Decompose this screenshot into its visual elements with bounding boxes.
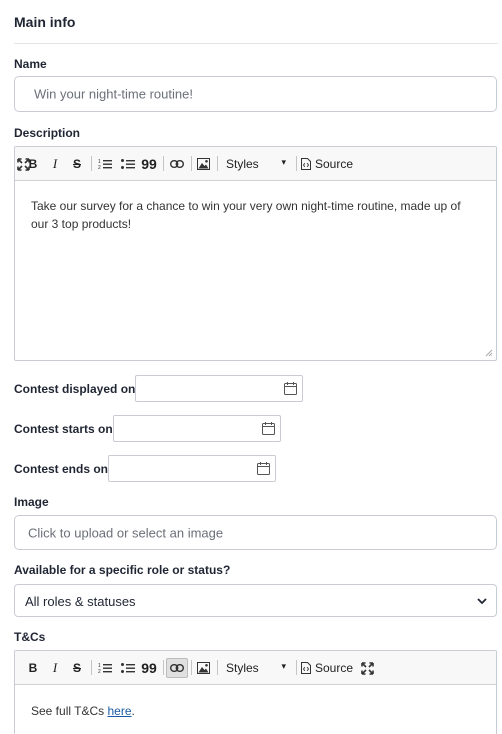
styles-label: Styles <box>226 157 259 171</box>
contest-ends-input[interactable] <box>108 455 277 482</box>
role-selected-value: All roles & statuses <box>25 594 136 609</box>
bulleted-list-icon[interactable] <box>119 154 137 174</box>
tcs-body-suffix: . <box>131 704 135 718</box>
italic-button[interactable]: I <box>47 154 63 174</box>
link-icon[interactable] <box>167 154 187 174</box>
svg-text:2: 2 <box>98 669 101 674</box>
blockquote-button[interactable]: 99 <box>140 154 158 174</box>
contest-ends-label: Contest ends on <box>14 461 109 476</box>
name-value: Win your night-time routine! <box>34 86 193 102</box>
italic-button[interactable]: I <box>47 658 63 678</box>
contest-displayed-label: Contest displayed on <box>14 381 136 396</box>
image-icon[interactable] <box>194 658 212 678</box>
role-select[interactable]: All roles & statuses <box>14 584 497 617</box>
styles-dropdown[interactable]: Styles ▾ <box>218 154 290 174</box>
description-editor[interactable]: B I S 12 99 Styles ▾ Source Take our sur… <box>14 146 497 361</box>
image-upload-input[interactable]: Click to upload or select an image <box>14 515 497 550</box>
contest-starts-row: Contest starts on <box>14 415 281 442</box>
contest-displayed-input[interactable] <box>135 375 304 402</box>
tcs-editor[interactable]: B I S 12 99 Styles ▾ Source See full T&C… <box>14 650 497 734</box>
tcs-toolbar: B I S 12 99 Styles ▾ Source <box>15 651 496 685</box>
image-upload-placeholder: Click to upload or select an image <box>28 525 224 540</box>
contest-starts-label: Contest starts on <box>14 421 113 436</box>
link-icon[interactable] <box>166 658 188 678</box>
bulleted-list-icon[interactable] <box>119 658 137 678</box>
contest-starts-input[interactable] <box>112 415 281 442</box>
maximize-icon[interactable] <box>15 154 31 174</box>
chevron-down-icon: ▾ <box>281 157 286 167</box>
name-label: Name <box>14 57 47 71</box>
source-button[interactable]: Source <box>301 154 353 174</box>
toolbar-separator <box>191 660 192 675</box>
source-icon <box>301 158 311 170</box>
resize-grip-icon[interactable] <box>485 349 493 357</box>
maximize-icon[interactable] <box>359 658 375 678</box>
tcs-body[interactable]: See full T&Cs here. <box>31 702 480 720</box>
name-input[interactable]: Win your night-time routine! <box>14 76 497 112</box>
styles-label: Styles <box>226 661 259 675</box>
description-toolbar: B I S 12 99 Styles ▾ Source <box>15 147 496 181</box>
numbered-list-icon[interactable]: 12 <box>96 658 114 678</box>
section-divider <box>14 43 498 44</box>
description-label: Description <box>14 126 81 140</box>
image-icon[interactable] <box>194 154 212 174</box>
source-label: Source <box>315 661 354 675</box>
blockquote-button[interactable]: 99 <box>140 658 158 678</box>
calendar-icon[interactable] <box>257 462 271 475</box>
chevron-down-icon: ▾ <box>281 661 286 671</box>
image-label: Image <box>14 495 49 509</box>
toolbar-separator <box>163 660 164 675</box>
toolbar-separator <box>163 156 164 171</box>
tcs-here-link[interactable]: here <box>107 704 131 718</box>
source-button[interactable]: Source <box>301 658 353 678</box>
toolbar-separator <box>296 660 297 675</box>
contest-ends-row: Contest ends on <box>14 455 277 482</box>
calendar-icon[interactable] <box>284 382 298 395</box>
tcs-body-text: See full T&Cs <box>31 704 108 718</box>
styles-dropdown[interactable]: Styles ▾ <box>218 658 290 678</box>
section-title: Main info <box>14 14 76 30</box>
chevron-down-icon <box>477 598 487 605</box>
source-icon <box>301 662 311 674</box>
strikethrough-button[interactable]: S <box>69 154 85 174</box>
svg-text:2: 2 <box>98 165 101 170</box>
source-label: Source <box>315 157 354 171</box>
bold-button[interactable]: B <box>25 658 41 678</box>
toolbar-separator <box>296 156 297 171</box>
tcs-label: T&Cs <box>14 630 46 644</box>
toolbar-separator <box>91 156 92 171</box>
contest-displayed-row: Contest displayed on <box>14 375 304 402</box>
role-label: Available for a specific role or status? <box>14 563 231 577</box>
strikethrough-button[interactable]: S <box>69 658 85 678</box>
toolbar-separator <box>91 660 92 675</box>
numbered-list-icon[interactable]: 12 <box>96 154 114 174</box>
calendar-icon[interactable] <box>261 422 275 435</box>
description-body[interactable]: Take our survey for a chance to win your… <box>31 197 480 233</box>
toolbar-separator <box>191 156 192 171</box>
